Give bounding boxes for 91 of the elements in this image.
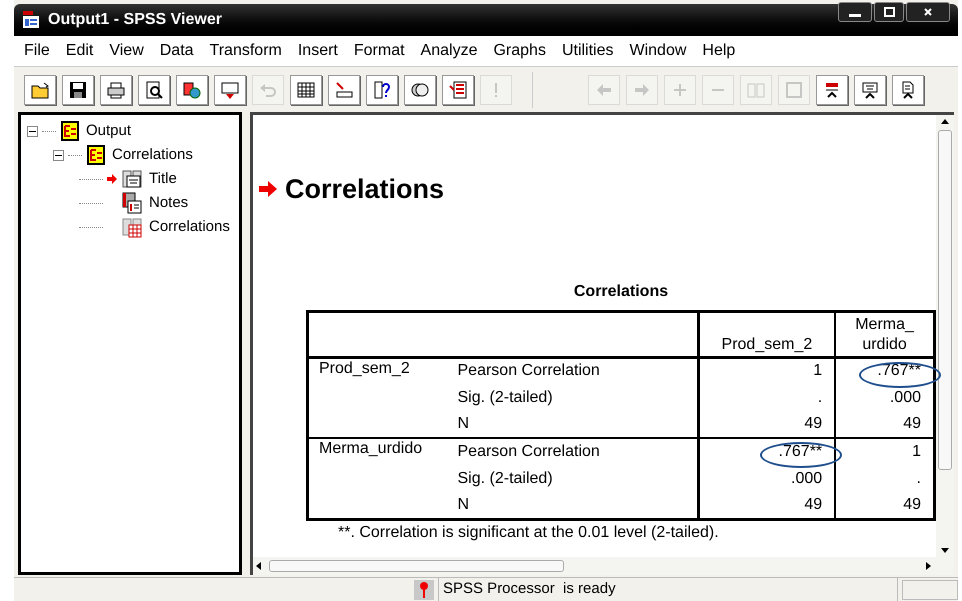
- table-title: Correlations: [572, 282, 670, 302]
- minus-icon: [712, 88, 724, 90]
- statistic-label: Sig. (2-tailed): [458, 388, 553, 406]
- close-button[interactable]: [906, 2, 950, 22]
- outline-item[interactable]: Correlations: [149, 216, 230, 238]
- toolbar-button[interactable]: [100, 74, 132, 104]
- minimize-button[interactable]: [838, 2, 872, 22]
- collapse-toggle-icon[interactable]: [53, 150, 64, 160]
- table-value: 1: [813, 362, 822, 380]
- maximize-icon: [884, 7, 894, 17]
- table-value: .000: [890, 388, 921, 406]
- printer-icon: [106, 80, 126, 100]
- scroll-thumb[interactable]: [269, 560, 564, 572]
- outline-item[interactable]: Title: [149, 168, 177, 190]
- collapse-toggle-icon[interactable]: [27, 126, 38, 136]
- title-page-icon: [121, 168, 143, 190]
- menu-item[interactable]: Edit: [58, 39, 102, 63]
- toolbar-button[interactable]: [366, 74, 398, 104]
- vertical-scrollbar[interactable]: [936, 115, 954, 557]
- app-icon: [22, 11, 40, 29]
- menu-item[interactable]: Graphs: [485, 39, 554, 63]
- menu-item[interactable]: Help: [694, 39, 744, 63]
- menu-item[interactable]: Format: [346, 39, 413, 63]
- question-mark-icon: [372, 80, 392, 100]
- minimize-icon: [849, 14, 861, 17]
- menu-item[interactable]: Transform: [202, 39, 290, 63]
- menu-item[interactable]: Insert: [290, 39, 346, 63]
- magnifier-page-icon: [144, 80, 164, 100]
- table-value: .000: [791, 470, 822, 486]
- statistic-label: Sig. (2-tailed): [458, 470, 553, 486]
- book-icon: [60, 121, 80, 141]
- window-title: Output1 - SPSS Viewer: [48, 10, 222, 30]
- toolbar-button[interactable]: [892, 74, 924, 104]
- statistic-label: Pearson Correlation: [458, 443, 600, 460]
- menu-item[interactable]: File: [16, 39, 58, 63]
- toolbar-button[interactable]: [816, 74, 848, 104]
- table-value: 49: [903, 496, 921, 513]
- toolbar-button[interactable]: [328, 74, 360, 104]
- close-icon: [924, 8, 932, 16]
- table-value: .: [916, 470, 921, 486]
- statistic-label: N: [458, 415, 470, 432]
- toolbar-button[interactable]: [62, 74, 94, 104]
- column-header: Prod_sem_2: [722, 334, 812, 354]
- table-value: 49: [804, 415, 822, 432]
- toolbar-button[interactable]: [24, 74, 56, 104]
- toolbar-button[interactable]: [214, 74, 246, 104]
- output-heading: Correlations: [285, 173, 444, 206]
- menu-item[interactable]: Window: [622, 39, 694, 63]
- variable-label: Prod_sem_2: [319, 360, 410, 376]
- variable-label: Merma_urdido: [319, 440, 422, 457]
- table-value: 1: [912, 443, 921, 460]
- toolbar-button[interactable]: [138, 74, 170, 104]
- square-icon: [784, 80, 804, 100]
- outline-item[interactable]: Output: [86, 120, 132, 142]
- toolbar-button[interactable]: [442, 74, 474, 104]
- horizontal-scrollbar[interactable]: [253, 557, 954, 575]
- column-header: Merma_ urdido: [854, 314, 915, 354]
- processor-icon: [414, 580, 434, 600]
- table-value: 49: [804, 496, 822, 513]
- outline-item[interactable]: Correlations: [112, 144, 193, 166]
- table-footnote: **. Correlation is significant at the 0.01 level (2-tailed).: [338, 522, 720, 542]
- folder-icon: [30, 80, 50, 100]
- statistic-label: N: [458, 496, 470, 513]
- list-arrow-icon: [448, 80, 468, 100]
- exclamation-icon: [492, 82, 500, 96]
- notes-page-icon: [121, 192, 143, 214]
- globe-document-icon: [182, 80, 202, 100]
- menu-item[interactable]: View: [101, 39, 152, 63]
- screen-arrow-icon: [220, 80, 240, 100]
- table-value: .767**: [778, 443, 822, 460]
- scroll-thumb[interactable]: [938, 130, 952, 470]
- toolbar-button[interactable]: [176, 74, 208, 104]
- toolbar-button[interactable]: [404, 74, 436, 104]
- toolbar-button[interactable]: [290, 74, 322, 104]
- outline-item[interactable]: Notes: [149, 192, 188, 214]
- current-arrow-icon: [259, 181, 277, 198]
- table-value: .: [818, 388, 822, 406]
- grid-icon: [296, 80, 316, 100]
- title-caret-icon: [860, 80, 880, 100]
- status-message: SPSS Processor is ready: [438, 577, 898, 601]
- table-page-icon: [121, 216, 143, 238]
- statistic-label: Pearson Correlation: [458, 362, 600, 380]
- menu-item[interactable]: Analyze: [412, 39, 486, 63]
- table-value: 49: [903, 415, 921, 432]
- arrow-row-icon: [334, 80, 354, 100]
- maximize-button[interactable]: [874, 2, 904, 22]
- status-panel: [902, 580, 958, 600]
- book-icon: [86, 145, 106, 165]
- menu-item[interactable]: Utilities: [554, 39, 622, 63]
- toolbar-button[interactable]: [854, 74, 886, 104]
- menu-item[interactable]: Data: [152, 39, 202, 63]
